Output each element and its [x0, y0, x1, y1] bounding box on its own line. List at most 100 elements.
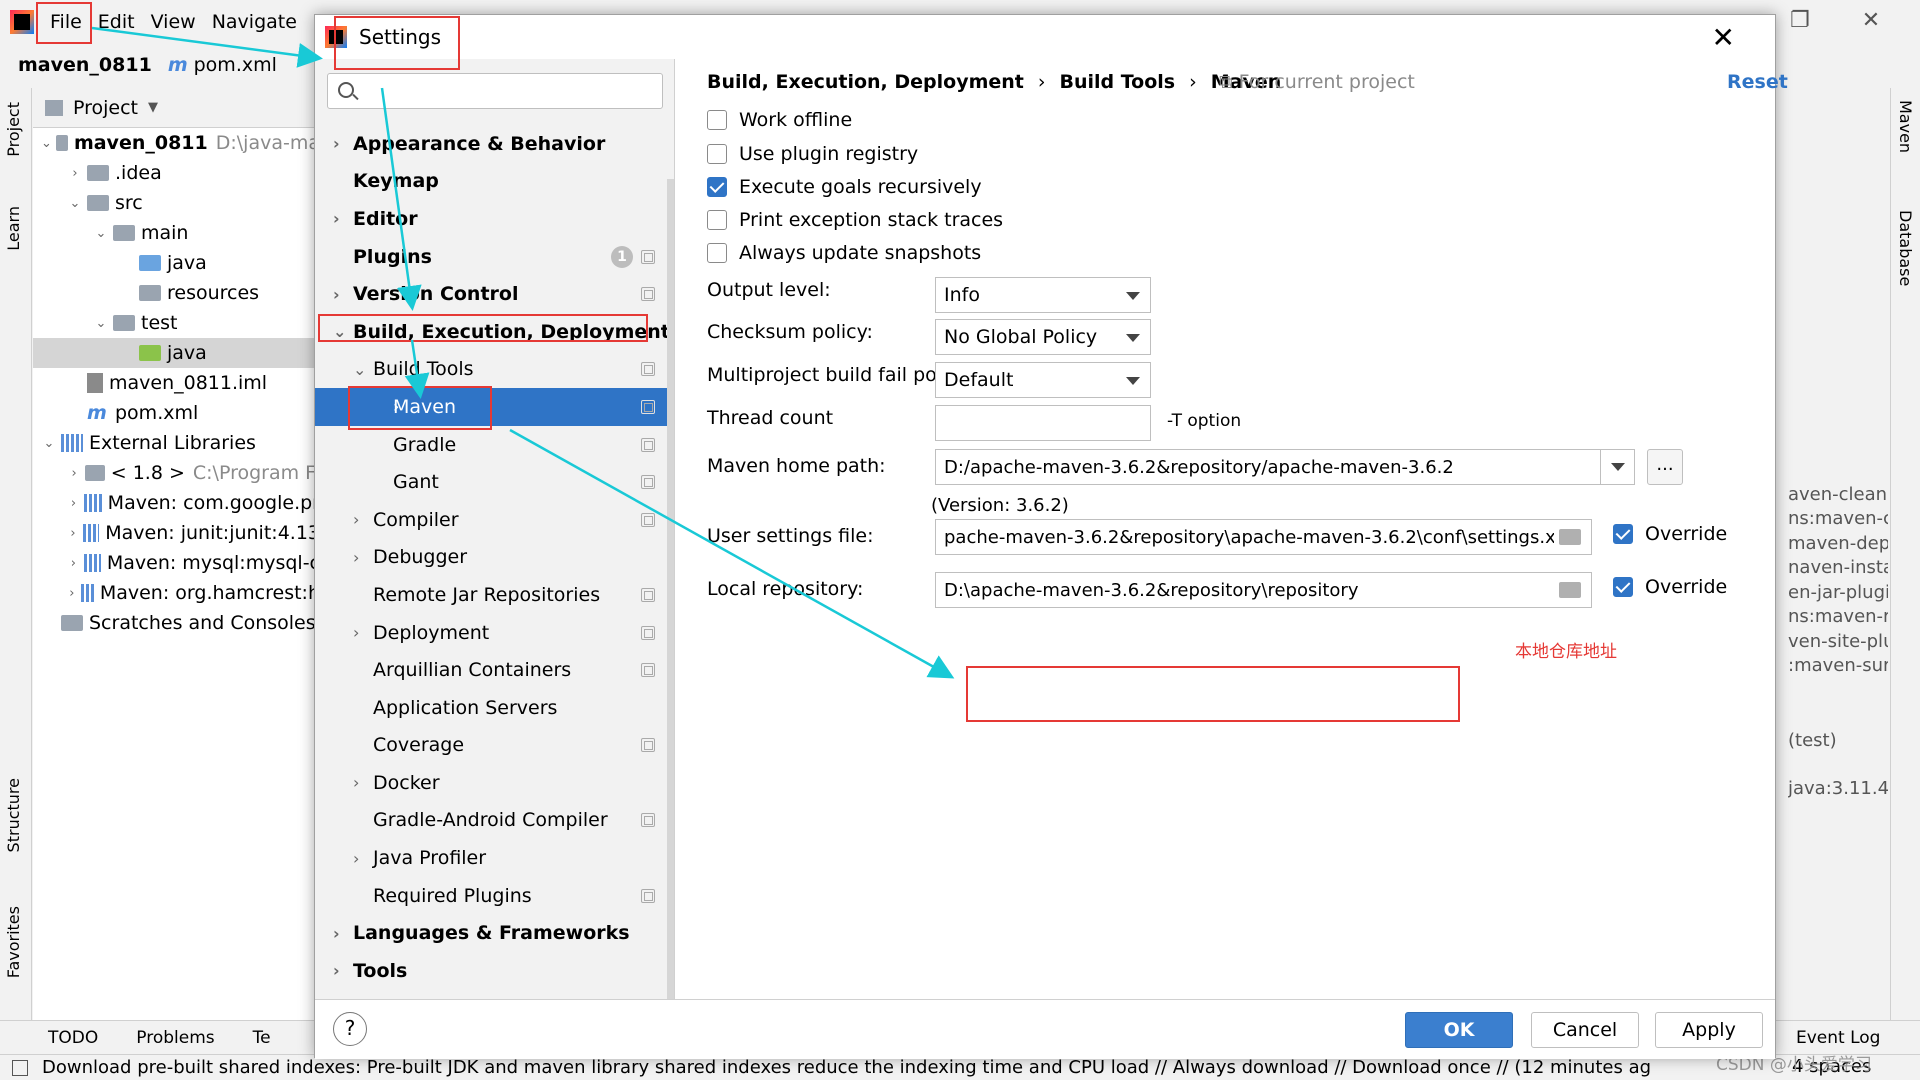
menu-view[interactable]: View: [151, 11, 196, 33]
project-tree-row[interactable]: › .idea: [33, 158, 320, 188]
settings-nav-item[interactable]: Gant: [315, 463, 667, 501]
option-checkbox-row[interactable]: Always update snapshots: [707, 242, 981, 264]
chevron-right-icon[interactable]: ›: [67, 466, 81, 481]
maven-goal-item[interactable]: naven-instal: [1788, 557, 1888, 578]
settings-nav-item[interactable]: ›Other Settings: [315, 990, 667, 999]
settings-nav-item[interactable]: › Debugger: [315, 539, 667, 577]
project-tree-row[interactable]: java: [33, 338, 320, 368]
chevron-down-icon[interactable]: ⌄: [67, 196, 83, 211]
folder-open-icon[interactable]: [1559, 582, 1581, 598]
chevron-right-icon[interactable]: ›: [333, 134, 340, 153]
settings-nav-item[interactable]: Remote Jar Repositories: [315, 576, 667, 614]
option-checkbox-row[interactable]: Execute goals recursively: [707, 176, 982, 198]
project-tree-row[interactable]: java: [33, 248, 320, 278]
project-tree-row[interactable]: ⌄ test: [33, 308, 320, 338]
project-tree-row[interactable]: resources: [33, 278, 320, 308]
settings-nav-item[interactable]: › Languages & Frameworks: [315, 914, 667, 952]
nav-file-name[interactable]: pom.xml: [194, 54, 277, 76]
chevron-right-icon[interactable]: ›: [67, 526, 79, 541]
status-message[interactable]: Download pre-built shared indexes: Pre-b…: [42, 1057, 1782, 1078]
chevron-right-icon[interactable]: ›: [353, 773, 359, 792]
menu-navigate[interactable]: Navigate: [212, 11, 297, 33]
local-repository-input[interactable]: D:\apache-maven-3.6.2&repository\reposit…: [935, 572, 1592, 608]
chevron-right-icon[interactable]: ›: [333, 961, 340, 980]
chevron-right-icon[interactable]: ›: [333, 285, 340, 304]
chevron-right-icon[interactable]: ›: [333, 924, 340, 943]
settings-nav-item[interactable]: › Java Profiler: [315, 839, 667, 877]
tool-tab-structure[interactable]: Structure: [4, 778, 23, 852]
close-icon[interactable]: ✕: [1712, 21, 1735, 54]
maven-goal-item[interactable]: maven-depl: [1788, 533, 1888, 554]
option-checkbox[interactable]: [707, 243, 727, 263]
settings-nav-item[interactable]: › Editor: [315, 200, 667, 238]
maven-goal-item[interactable]: java:3.11.4: [1788, 778, 1888, 799]
project-tree-row[interactable]: › Maven: mysql:mysql-c: [33, 548, 320, 578]
maven-goal-item[interactable]: ns:maven-re: [1788, 606, 1888, 627]
settings-nav-item[interactable]: Plugins 1: [315, 238, 667, 276]
maven-home-browse-button[interactable]: ...: [1647, 449, 1683, 485]
chevron-right-icon[interactable]: ›: [353, 548, 359, 567]
settings-nav-item[interactable]: Gradle-Android Compiler: [315, 802, 667, 840]
user-settings-override[interactable]: Override: [1613, 523, 1727, 545]
option-checkbox-row[interactable]: Use plugin registry: [707, 143, 918, 165]
option-checkbox-row[interactable]: Work offline: [707, 109, 852, 131]
close-window-icon[interactable]: ✕: [1862, 8, 1880, 33]
chevron-down-icon[interactable]: ⌄: [93, 226, 109, 241]
project-tree-row[interactable]: ⌄ src: [33, 188, 320, 218]
chevron-right-icon[interactable]: ›: [67, 586, 77, 601]
project-tree-row[interactable]: Scratches and Consoles: [33, 608, 320, 638]
chevron-down-icon[interactable]: ⌄: [41, 136, 52, 151]
maven-home-combo[interactable]: D:/apache-maven-3.6.2&repository/apache-…: [935, 449, 1635, 485]
nav-project-name[interactable]: maven_0811: [18, 54, 152, 76]
settings-nav-item[interactable]: › Maven: [315, 388, 667, 426]
tool-tab-favorites[interactable]: Favorites: [4, 906, 23, 978]
option-checkbox[interactable]: [707, 210, 727, 230]
tool-tab-terminal[interactable]: Te: [253, 1028, 271, 1048]
option-checkbox[interactable]: [707, 177, 727, 197]
settings-nav-item[interactable]: Arquillian Containers: [315, 651, 667, 689]
settings-nav-item[interactable]: Gradle: [315, 426, 667, 464]
chevron-down-icon[interactable]: ⌄: [353, 360, 366, 379]
chevron-right-icon[interactable]: ›: [353, 849, 359, 868]
project-tree-row[interactable]: › < 1.8 > C:\Program Fi: [33, 458, 321, 488]
project-tree-row[interactable]: › Maven: com.google.pr: [33, 488, 320, 518]
tool-tab-maven[interactable]: Maven: [1896, 100, 1915, 153]
settings-nav-item[interactable]: › Compiler: [315, 501, 667, 539]
settings-nav-item[interactable]: › Tools: [315, 952, 667, 990]
tool-tab-learn[interactable]: Learn: [4, 206, 23, 251]
chevron-down-icon[interactable]: ⌄: [41, 436, 57, 451]
project-tree-row[interactable]: m pom.xml: [33, 398, 320, 428]
maven-goal-item[interactable]: ven-site-plu: [1788, 631, 1888, 652]
checksum-policy-select[interactable]: No Global Policy: [935, 319, 1151, 355]
project-tree-row[interactable]: ⌄ External Libraries: [33, 428, 320, 458]
chevron-right-icon[interactable]: ›: [353, 623, 359, 642]
local-repository-override[interactable]: Override: [1613, 576, 1727, 598]
settings-nav-item[interactable]: › Appearance & Behavior: [315, 125, 667, 163]
settings-nav-item[interactable]: Application Servers: [315, 689, 667, 727]
chevron-down-icon[interactable]: ⌄: [333, 322, 346, 341]
chevron-right-icon[interactable]: ›: [67, 496, 80, 511]
project-tree-row[interactable]: ⌄ main: [33, 218, 320, 248]
maven-goal-item[interactable]: (test): [1788, 730, 1888, 751]
override-checkbox[interactable]: [1613, 524, 1633, 544]
chevron-right-icon[interactable]: ›: [67, 166, 83, 181]
settings-nav-item[interactable]: Coverage: [315, 727, 667, 765]
tool-tab-project[interactable]: Project: [4, 102, 23, 157]
settings-nav-item[interactable]: ⌄ Build Tools: [315, 351, 667, 389]
fail-policy-select[interactable]: Default: [935, 362, 1151, 398]
project-tree-row[interactable]: ⌄ maven_0811 D:\java-ma: [33, 128, 320, 158]
tool-tab-todo[interactable]: TODO: [48, 1028, 98, 1048]
option-checkbox[interactable]: [707, 144, 727, 164]
chevron-down-icon[interactable]: ▼: [148, 100, 158, 115]
project-tree-row[interactable]: › Maven: org.hamcrest:h: [33, 578, 320, 608]
chevron-down-icon[interactable]: ⌄: [93, 316, 109, 331]
option-checkbox-row[interactable]: Print exception stack traces: [707, 209, 1003, 231]
settings-nav-item[interactable]: Required Plugins: [315, 877, 667, 915]
tool-tab-event-log[interactable]: Event Log: [1796, 1028, 1880, 1048]
restore-window-icon[interactable]: ❐: [1790, 8, 1810, 33]
project-tree-row[interactable]: maven_0811.iml: [33, 368, 320, 398]
output-level-select[interactable]: Info: [935, 277, 1151, 313]
project-view-selector[interactable]: Project: [73, 97, 138, 119]
override-checkbox[interactable]: [1613, 577, 1633, 597]
menu-edit[interactable]: Edit: [98, 11, 135, 33]
